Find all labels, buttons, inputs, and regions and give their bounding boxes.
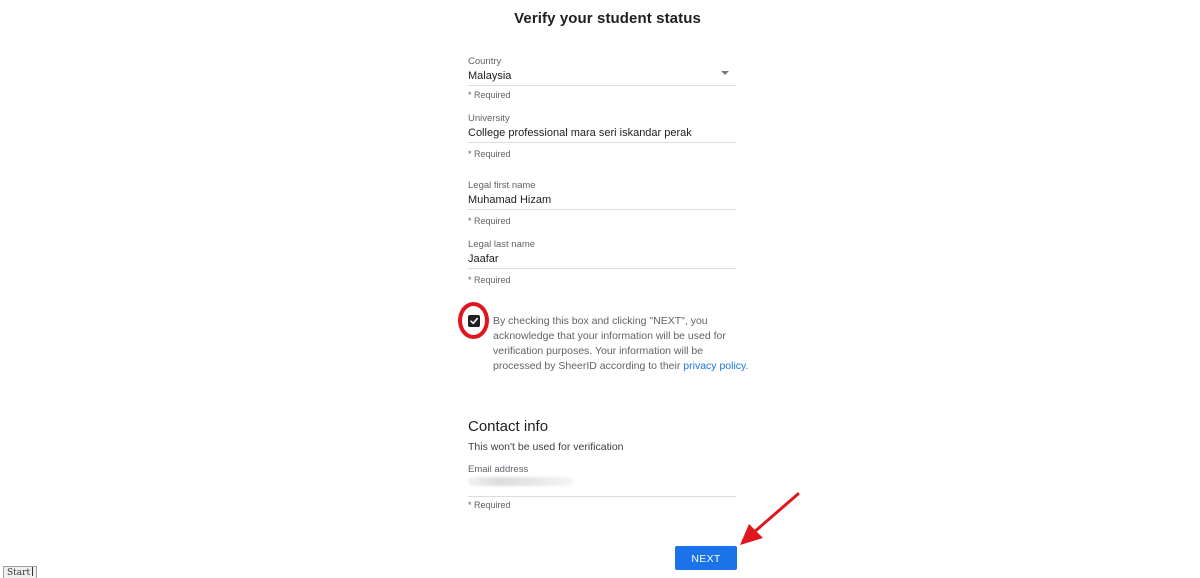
country-select[interactable]: Country Malaysia bbox=[468, 56, 736, 86]
checkmark-icon bbox=[470, 317, 478, 325]
email-required: * Required bbox=[468, 500, 511, 510]
country-label: Country bbox=[468, 56, 502, 67]
university-label: University bbox=[468, 113, 510, 124]
first-name-underline bbox=[468, 209, 736, 210]
university-underline bbox=[468, 142, 736, 143]
last-name-label: Legal last name bbox=[468, 239, 536, 250]
university-value: College professional mara seri iskandar … bbox=[468, 127, 692, 139]
email-label: Email address bbox=[468, 464, 529, 475]
email-redaction bbox=[468, 477, 573, 486]
contact-subtitle: This won't be used for verification bbox=[468, 441, 624, 453]
country-required: * Required bbox=[468, 90, 511, 100]
page-title: Verify your student status bbox=[514, 10, 701, 27]
caret-down-icon[interactable] bbox=[721, 71, 729, 75]
verification-page: Verify your student status Country Malay… bbox=[0, 0, 1200, 578]
last-name-value: Jaafar bbox=[468, 253, 499, 265]
last-name-required: * Required bbox=[468, 275, 511, 285]
country-value: Malaysia bbox=[468, 70, 512, 82]
red-arrow-icon bbox=[740, 492, 800, 545]
consent-end: . bbox=[745, 360, 749, 372]
start-button[interactable]: Start bbox=[3, 566, 38, 578]
last-name-underline bbox=[468, 268, 736, 269]
contact-heading: Contact info bbox=[468, 418, 549, 435]
first-name-required: * Required bbox=[468, 216, 511, 226]
start-label: Start bbox=[7, 568, 31, 578]
first-name-value: Muhamad Hizam bbox=[468, 194, 552, 206]
consent-text: By checking this box and clicking "NEXT"… bbox=[493, 314, 749, 374]
last-name-field[interactable]: Legal last name Jaafar bbox=[468, 239, 736, 269]
first-name-label: Legal first name bbox=[468, 180, 536, 191]
consent-checkbox[interactable] bbox=[468, 315, 480, 327]
email-underline bbox=[468, 496, 736, 497]
first-name-field[interactable]: Legal first name Muhamad Hizam bbox=[468, 180, 736, 210]
next-button[interactable]: NEXT bbox=[675, 546, 737, 570]
email-field[interactable]: Email address bbox=[468, 464, 736, 497]
privacy-policy-link[interactable]: privacy policy bbox=[683, 360, 745, 372]
university-field[interactable]: University College professional mara ser… bbox=[468, 113, 736, 143]
university-required: * Required bbox=[468, 149, 511, 159]
consent-section: By checking this box and clicking "NEXT"… bbox=[458, 302, 748, 394]
country-underline bbox=[468, 85, 736, 86]
text-caret bbox=[32, 567, 34, 576]
